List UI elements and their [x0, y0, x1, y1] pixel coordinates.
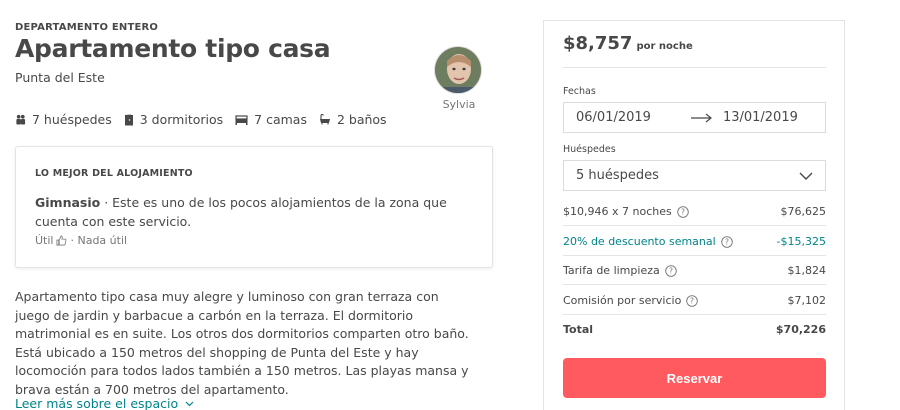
- reserve-button[interactable]: Reservar: [563, 358, 826, 398]
- line-amount: -$15,325: [776, 235, 826, 248]
- door-icon: [124, 114, 133, 125]
- amenity-label: 3 dormitorios: [139, 112, 224, 127]
- line-label: $10,946 x 7 noches: [563, 205, 672, 218]
- nightly-price: $8,757: [563, 33, 633, 54]
- price-line-service-fee: Comisión por servicio ? $7,102: [563, 294, 826, 307]
- divider: [563, 67, 826, 68]
- highlight-feature: Gimnasio: [35, 195, 101, 210]
- amenity-label: 2 baños: [336, 112, 387, 127]
- total-label: Total: [563, 323, 594, 336]
- svg-text:?: ?: [681, 207, 685, 216]
- price-unit: por noche: [636, 41, 693, 52]
- check-in-date[interactable]: 06/01/2019: [576, 110, 651, 125]
- line-label: 20% de descuento semanal: [563, 235, 716, 248]
- amenity-baths: 2 baños: [319, 112, 387, 127]
- divider: [563, 255, 826, 256]
- chevron-down-icon[interactable]: [799, 172, 813, 180]
- svg-text:?: ?: [669, 266, 673, 275]
- price-summary: $8,757 por noche: [563, 33, 693, 54]
- svg-text:?: ?: [725, 237, 729, 246]
- dates-label: Fechas: [563, 86, 596, 97]
- guests-value[interactable]: 5 huéspedes: [576, 168, 659, 183]
- guests-label: Huéspedes: [563, 144, 616, 155]
- guests-icon: [16, 114, 26, 125]
- price-line-cleaning: Tarifa de limpieza ? $1,824: [563, 264, 826, 277]
- check-out-date[interactable]: 13/01/2019: [723, 110, 798, 125]
- highlight-feedback: Útil · Nada útil: [35, 234, 127, 247]
- booking-panel: $8,757 por noche Fechas 06/01/2019 13/01…: [543, 20, 845, 410]
- highlight-separator: ·: [100, 195, 113, 210]
- line-amount: $7,102: [787, 294, 827, 307]
- price-line-discount: 20% de descuento semanal ? -$15,325: [563, 235, 826, 248]
- arrow-right-icon: [690, 113, 713, 123]
- svg-text:?: ?: [690, 296, 694, 305]
- amenity-guests: 7 huéspedes: [15, 112, 112, 127]
- line-amount: $76,625: [780, 205, 827, 218]
- highlight-label: LO MEJOR DEL ALOJAMIENTO: [35, 168, 193, 179]
- divider: [563, 284, 826, 285]
- line-label: Tarifa de limpieza: [563, 264, 660, 277]
- read-more-link[interactable]: Leer más sobre el espacio: [15, 396, 194, 410]
- host-avatar[interactable]: [434, 46, 482, 94]
- chevron-down-icon: [185, 401, 194, 406]
- divider: [563, 225, 826, 226]
- price-line-nights: $10,946 x 7 noches ? $76,625: [563, 205, 826, 218]
- read-more-label[interactable]: Leer más sobre el espacio: [15, 396, 178, 410]
- bed-icon: [235, 114, 248, 125]
- info-icon[interactable]: ?: [676, 205, 689, 218]
- listing-description: Apartamento tipo casa muy alegre y lumin…: [15, 289, 469, 397]
- info-icon[interactable]: ?: [720, 235, 733, 248]
- line-label: Comisión por servicio: [563, 294, 682, 307]
- listing-location[interactable]: Punta del Este: [15, 70, 105, 85]
- divider: [563, 314, 826, 315]
- host-name: Sylvia: [442, 98, 476, 111]
- line-amount: $1,824: [787, 264, 827, 277]
- thumbs-up-icon[interactable]: [56, 235, 67, 246]
- total-amount: $70,226: [775, 323, 826, 336]
- not-useful-link[interactable]: · Nada útil: [70, 234, 127, 247]
- price-line-total: Total $70,226: [563, 323, 826, 336]
- listing-type: DEPARTAMENTO ENTERO: [15, 22, 159, 33]
- amenity-label: 7 camas: [254, 112, 307, 127]
- guests-select[interactable]: 5 huéspedes: [563, 160, 826, 191]
- amenities-row: 7 huéspedes 3 dormitorios 7 camas 2 baño…: [15, 112, 399, 127]
- info-icon[interactable]: ?: [686, 294, 699, 307]
- amenity-beds: 7 camas: [235, 112, 307, 127]
- useful-link[interactable]: Útil: [35, 234, 53, 247]
- listing-title: Apartamento tipo casa: [15, 34, 331, 63]
- highlight-card: LO MEJOR DEL ALOJAMIENTO Gimnasio · Este…: [15, 146, 493, 268]
- dates-picker[interactable]: 06/01/2019 13/01/2019: [563, 102, 826, 133]
- info-icon[interactable]: ?: [664, 264, 677, 277]
- amenity-label: 7 huéspedes: [32, 112, 112, 127]
- amenity-bedrooms: 3 dormitorios: [124, 112, 223, 127]
- bath-icon: [319, 114, 330, 125]
- host-profile[interactable]: Sylvia: [434, 46, 484, 111]
- highlight-text: Gimnasio · Este es uno de los pocos aloj…: [35, 193, 475, 231]
